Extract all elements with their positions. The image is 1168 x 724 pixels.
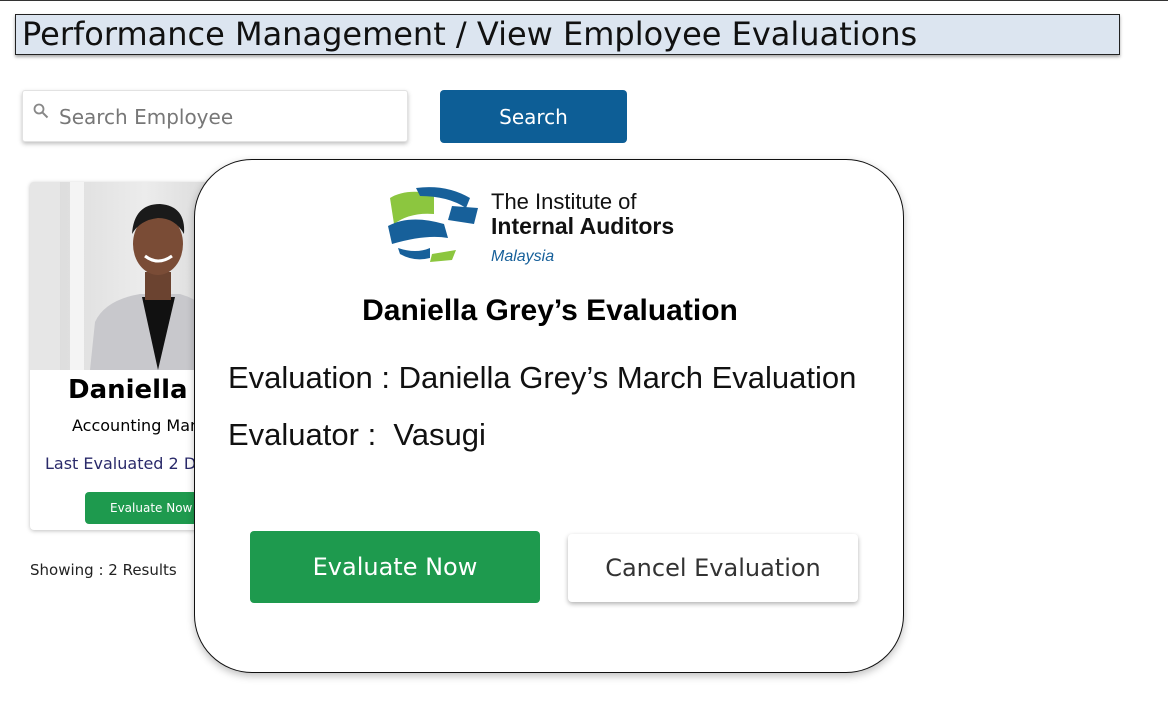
results-value: 2 Results <box>108 561 177 579</box>
evaluator-line: Evaluator : Vasugi <box>228 417 486 452</box>
search-input[interactable] <box>57 97 401 137</box>
evaluate-now-button[interactable]: Evaluate Now <box>250 531 540 603</box>
results-count: Showing : 2 Results <box>30 561 177 579</box>
search-icon <box>33 103 49 119</box>
logo-text-line3: Malaysia <box>491 248 555 265</box>
search-button[interactable]: Search <box>440 90 627 143</box>
modal-heading: Daniella Grey’s Evaluation <box>362 294 738 327</box>
cancel-evaluation-button[interactable]: Cancel Evaluation <box>568 534 858 602</box>
results-separator: : <box>93 561 109 579</box>
evaluation-modal: The Institute of Internal Auditors Malay… <box>194 159 904 673</box>
logo-text-line1: The Institute of <box>491 189 637 214</box>
page-title: Performance Management / View Employee E… <box>15 14 1120 55</box>
top-border-line <box>0 0 1168 1</box>
iia-logo-globe-icon <box>388 187 478 262</box>
results-label: Showing <box>30 561 94 579</box>
search-box[interactable] <box>22 90 408 142</box>
logo-text-line2: Internal Auditors <box>491 213 675 239</box>
evaluation-name-line: Evaluation : Daniella Grey’s March Evalu… <box>228 360 857 395</box>
employee-role: Accounting Man <box>72 416 201 435</box>
last-evaluated-text: Last Evaluated 2 Da <box>45 454 206 473</box>
